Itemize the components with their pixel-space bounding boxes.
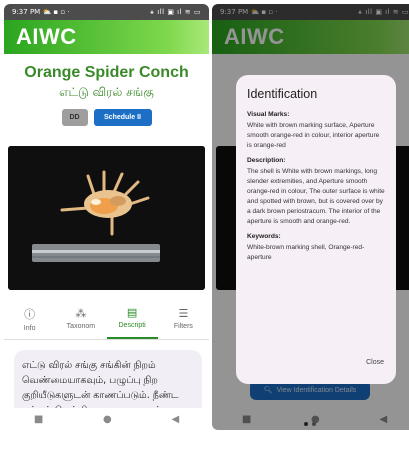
tab-label: Filters (173, 323, 193, 330)
tab-taxonomy[interactable]: ⁂ Taxonom (55, 298, 106, 339)
tab-label: Info (23, 324, 36, 332)
back-button[interactable]: ◀ (171, 414, 179, 425)
status-signal-battery-icons: ⚹ ıll ▣ ıl ≋ ▭ (149, 7, 201, 16)
spider-conch-image (8, 146, 205, 290)
keywords-text: White-brown marking shell, Orange-red-ap… (247, 244, 365, 261)
info-circle-icon: ⓘ (24, 307, 36, 321)
species-name-tamil: எட்டு விரல் சங்கு (59, 85, 154, 99)
iucn-status-badge[interactable]: DD (61, 109, 88, 126)
screenshot-root: 9:37 PM ⛅ ▪ ▫ · ⚹ ıll ▣ ıl ≋ ▭ AIWC Oran… (0, 0, 409, 453)
species-name: Orange Spider Conch (24, 64, 189, 81)
status-notification-icons: ⛅ ▪ ▫ · (42, 8, 70, 16)
recent-apps-button[interactable]: ■ (34, 414, 43, 425)
status-time: 9:37 PM (12, 8, 41, 16)
status-badges: DD Schedule II (4, 109, 209, 126)
visual-marks-text: White with brown marking surface, Apertu… (247, 122, 380, 149)
description-text: The shell is White with brown markings, … (247, 168, 385, 225)
visual-marks-label: Visual Marks: (247, 111, 290, 118)
page-dot (312, 422, 316, 426)
close-button[interactable]: Close (366, 359, 384, 366)
tab-label: Taxonom (66, 323, 96, 330)
system-nav-bar: ■ ● ◀ (4, 408, 209, 430)
description-label: Description: (247, 157, 286, 164)
document-icon: ▤ (126, 306, 138, 319)
home-button[interactable]: ● (103, 414, 112, 425)
tab-description[interactable]: ▤ Descripti (106, 298, 158, 339)
dialog-title: Identification (247, 87, 318, 101)
tab-label: Descripti (118, 322, 146, 329)
detail-tabs: ⓘ Info ⁂ Taxonom ▤ Descripti ☰ Filters (4, 298, 209, 340)
identification-dialog: Identification Visual Marks: White with … (236, 75, 396, 384)
right-phone-screen: 9:37 PM ⛅ ▪ ▫ · ⚹ ıll ▣ ıl ≋ ▭ AIWC 🔍︎ V… (212, 4, 409, 430)
tab-info[interactable]: ⓘ Info (4, 298, 55, 339)
tab-filters[interactable]: ☰ Filters (158, 298, 209, 339)
status-bar: 9:37 PM ⛅ ▪ ▫ · ⚹ ıll ▣ ıl ≋ ▭ (4, 4, 209, 20)
filter-lines-icon: ☰ (178, 307, 189, 320)
status-left: 9:37 PM ⛅ ▪ ▫ · (12, 8, 70, 16)
app-bar: AIWC (4, 20, 209, 54)
species-detail: Orange Spider Conch எட்டு விரல் சங்கு DD… (4, 54, 209, 430)
left-phone-screen: 9:37 PM ⛅ ▪ ▫ · ⚹ ıll ▣ ıl ≋ ▭ AIWC Oran… (4, 4, 209, 430)
schedule-badge[interactable]: Schedule II (93, 109, 152, 126)
page-indicator (304, 422, 316, 426)
page-dot-active (304, 422, 308, 426)
taxonomy-icon: ⁂ (75, 307, 87, 320)
species-photo[interactable] (8, 146, 205, 290)
app-title: AIWC (16, 24, 77, 49)
keywords-label: Keywords: (247, 233, 281, 240)
